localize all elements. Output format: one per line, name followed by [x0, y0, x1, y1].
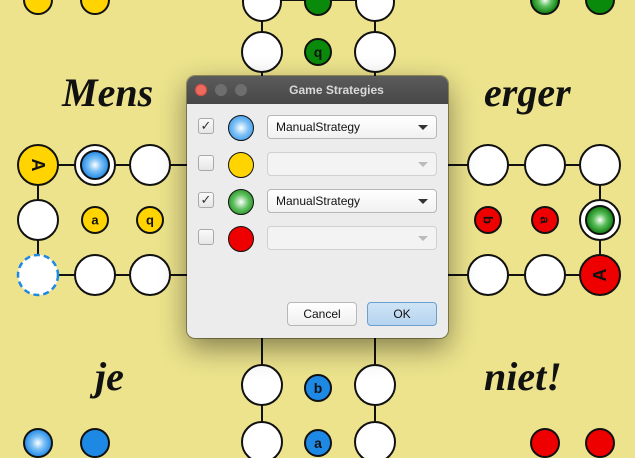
game-strategies-dialog: Game Strategies ✓ ManualStrategy ✓ Manua… — [187, 76, 448, 338]
board-field[interactable] — [354, 421, 396, 458]
board-field[interactable] — [579, 144, 621, 186]
board-word-niet: niet! — [484, 354, 562, 399]
close-window-icon[interactable] — [195, 84, 207, 96]
green-home-field[interactable] — [585, 0, 615, 15]
dialog-title: Game Strategies — [289, 83, 384, 97]
maximize-window-icon[interactable] — [235, 84, 247, 96]
player-enabled-checkbox[interactable]: ✓ — [198, 192, 214, 208]
green-piece[interactable] — [530, 0, 560, 15]
field-letter: q — [314, 44, 323, 60]
board-field[interactable] — [129, 144, 171, 186]
strategy-select-value: ManualStrategy — [276, 194, 361, 208]
player-enabled-checkbox[interactable]: ✓ — [198, 118, 214, 134]
ok-button[interactable]: OK — [367, 302, 437, 326]
board-field[interactable] — [129, 254, 171, 296]
strategy-select — [267, 152, 437, 176]
field-letter: a — [91, 213, 99, 228]
blue-player-icon — [228, 115, 254, 141]
strategy-select — [267, 226, 437, 250]
dialog-titlebar[interactable]: Game Strategies — [187, 76, 448, 104]
dropdown-arrow-icon — [418, 236, 428, 241]
strategy-select[interactable]: ManualStrategy — [267, 115, 437, 139]
strategy-row-yellow — [187, 152, 448, 182]
field-letter: q — [146, 213, 154, 228]
red-player-icon — [228, 226, 254, 252]
board-field[interactable] — [241, 421, 283, 458]
board-field[interactable] — [467, 144, 509, 186]
board-field[interactable] — [241, 31, 283, 73]
board-field[interactable] — [242, 0, 282, 22]
field-letter: A — [590, 269, 610, 282]
dropdown-arrow-icon — [418, 162, 428, 167]
cancel-button[interactable]: Cancel — [287, 302, 357, 326]
yellow-home-field[interactable] — [80, 0, 110, 15]
board-field[interactable] — [17, 199, 59, 241]
red-home-field[interactable] — [530, 428, 560, 458]
board-word-je: je — [89, 354, 124, 399]
strategy-row-red — [187, 226, 448, 256]
player-enabled-checkbox[interactable] — [198, 229, 214, 245]
green-player-icon — [228, 189, 254, 215]
dropdown-arrow-icon — [418, 125, 428, 130]
green-home-field[interactable] — [304, 0, 332, 16]
board-field[interactable] — [241, 364, 283, 406]
field-letter: a — [538, 216, 553, 224]
yellow-home-field[interactable] — [23, 0, 53, 15]
board-field[interactable] — [74, 254, 116, 296]
board-field[interactable] — [354, 31, 396, 73]
board-field[interactable] — [524, 254, 566, 296]
strategy-row-blue: ✓ ManualStrategy — [187, 115, 448, 145]
board-word-mens: Mens — [61, 70, 153, 115]
field-letter: b — [481, 216, 496, 224]
board-word-erger: erger — [484, 70, 571, 115]
strategy-select-value: ManualStrategy — [276, 120, 361, 134]
blue-home-field[interactable] — [80, 428, 110, 458]
blue-piece[interactable] — [23, 428, 53, 458]
player-enabled-checkbox[interactable] — [198, 155, 214, 171]
yellow-player-icon — [228, 152, 254, 178]
field-letter: b — [314, 380, 323, 396]
green-piece[interactable] — [585, 205, 615, 235]
dropdown-arrow-icon — [418, 199, 428, 204]
board-field[interactable] — [524, 144, 566, 186]
selected-field[interactable] — [16, 253, 60, 297]
field-letter: a — [314, 435, 322, 451]
red-home-field[interactable] — [585, 428, 615, 458]
blue-piece[interactable] — [80, 150, 110, 180]
board-field[interactable] — [354, 364, 396, 406]
minimize-window-icon[interactable] — [215, 84, 227, 96]
strategy-select[interactable]: ManualStrategy — [267, 189, 437, 213]
board-field[interactable] — [355, 0, 395, 22]
field-letter: A — [28, 159, 48, 172]
board-field[interactable] — [467, 254, 509, 296]
strategy-row-green: ✓ ManualStrategy — [187, 189, 448, 219]
